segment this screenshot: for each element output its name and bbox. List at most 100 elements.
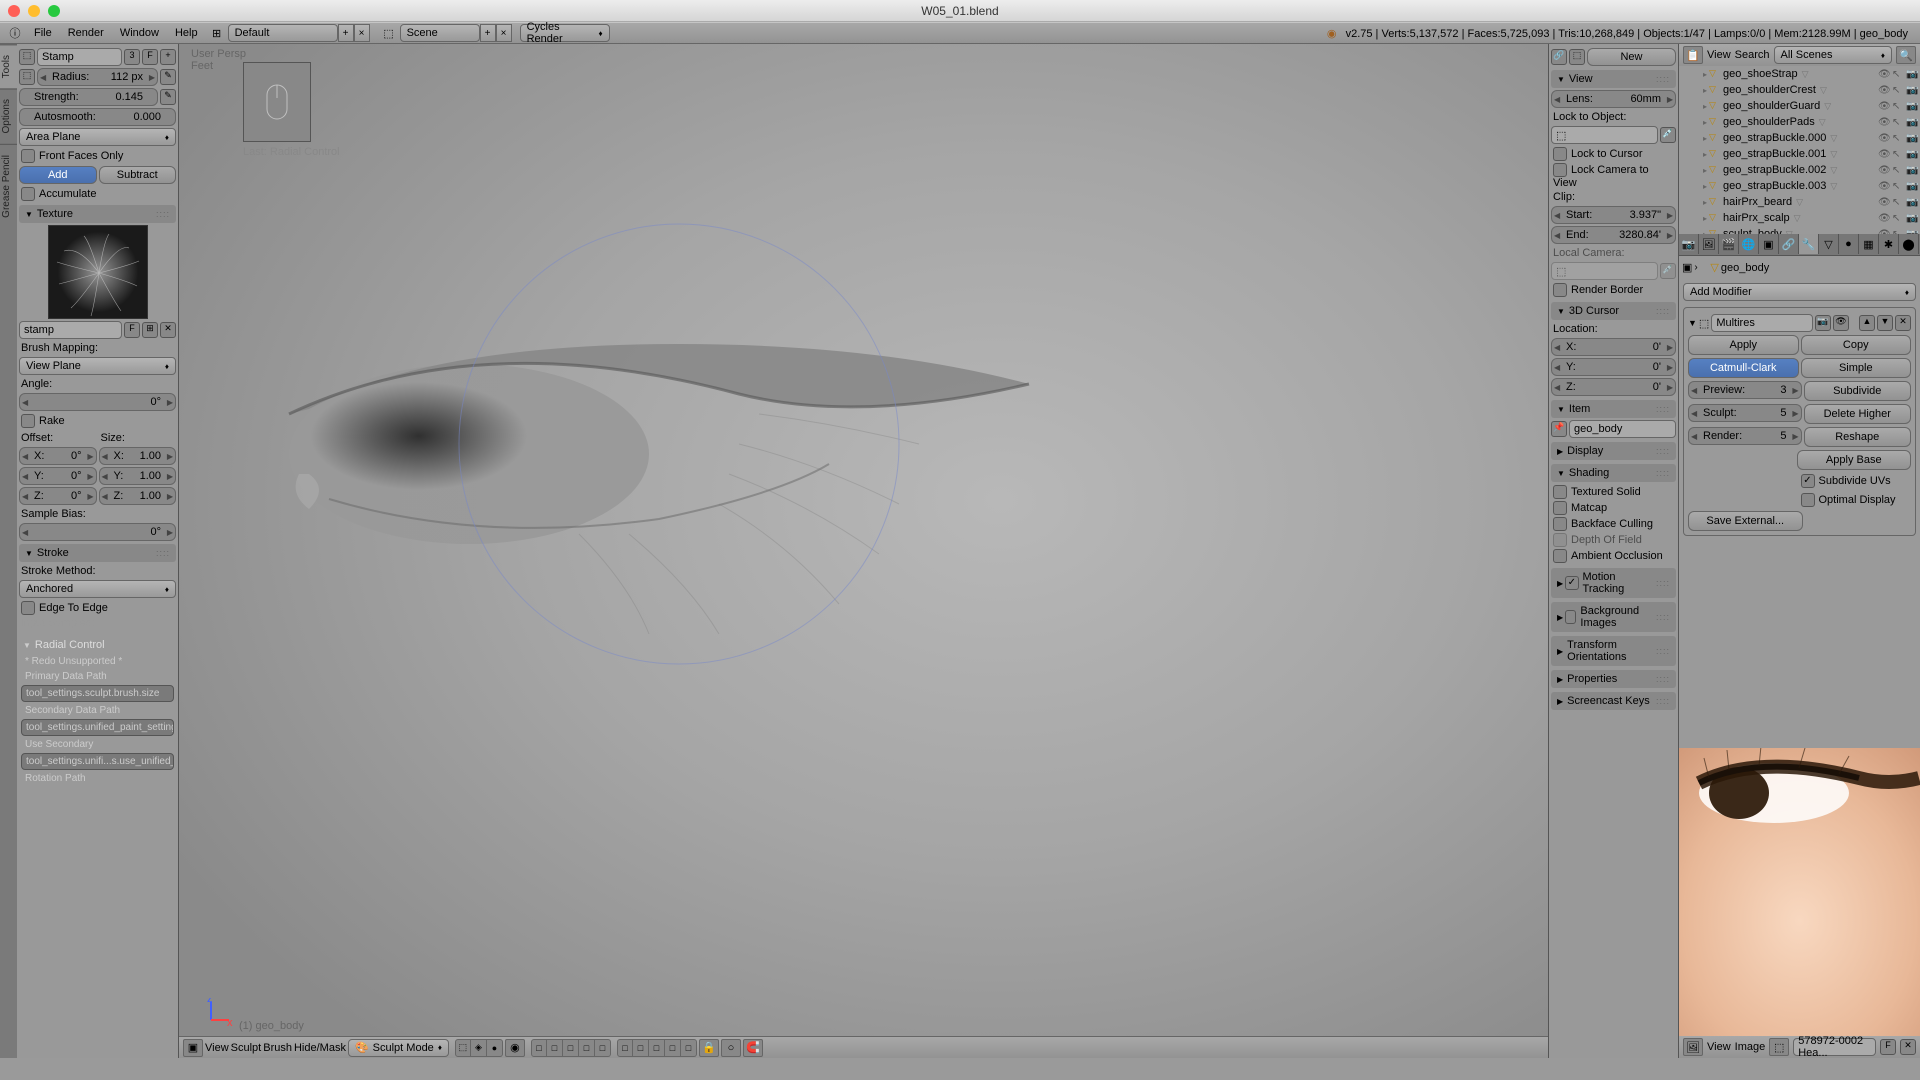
- tab-options[interactable]: Options: [0, 88, 17, 143]
- outliner-row[interactable]: ▸▽geo_strapBuckle.002▽👁↖📷: [1679, 162, 1920, 178]
- texture-name-field[interactable]: stamp: [19, 321, 122, 339]
- render-icon[interactable]: 📷: [1906, 133, 1918, 144]
- add-button[interactable]: Add: [19, 166, 97, 184]
- shade-solid-icon[interactable]: ●: [487, 1039, 503, 1057]
- outliner-row[interactable]: ▸▽geo_shoulderCrest▽👁↖📷: [1679, 82, 1920, 98]
- screencast-header[interactable]: Screencast Keys::::: [1551, 692, 1676, 710]
- pressure-radius-icon[interactable]: ✎: [160, 69, 176, 85]
- texture-preview[interactable]: [48, 225, 148, 319]
- proportional-icon[interactable]: ○: [721, 1039, 741, 1057]
- subdivide-uvs-checkbox[interactable]: [1801, 474, 1815, 488]
- cursor-icon[interactable]: ↖: [1892, 197, 1904, 208]
- ao-checkbox[interactable]: [1553, 549, 1567, 563]
- sample-bias-field[interactable]: ◀0°▶: [19, 523, 176, 541]
- outliner-row[interactable]: ▸▽sculpt_body▽👁↖📷: [1679, 226, 1920, 234]
- snap-icon[interactable]: 🧲: [743, 1039, 763, 1057]
- ptab-material-icon[interactable]: ●: [1839, 234, 1859, 254]
- ptab-data-icon[interactable]: ▽: [1819, 234, 1839, 254]
- use-secondary-field[interactable]: tool_settings.unifi...s.use_unified_size: [21, 753, 174, 770]
- offset-y[interactable]: ◀Y:0°▶: [19, 467, 97, 485]
- add-modifier-dropdown[interactable]: Add Modifier♦: [1683, 283, 1916, 301]
- zoom-dot[interactable]: [48, 5, 60, 17]
- texture-panel-header[interactable]: Texture::::: [19, 205, 176, 223]
- copy-button[interactable]: Copy: [1801, 335, 1912, 355]
- minimize-dot[interactable]: [28, 5, 40, 17]
- cursor-icon[interactable]: ↖: [1892, 181, 1904, 192]
- radius-unified-icon[interactable]: ⬚: [19, 69, 35, 85]
- ptab-physics-icon[interactable]: ⬤: [1899, 234, 1919, 254]
- brush-mapping-dropdown[interactable]: View Plane♦: [19, 357, 176, 375]
- render-icon[interactable]: 📷: [1906, 117, 1918, 128]
- sculpt-plane-dropdown[interactable]: Area Plane♦: [19, 128, 176, 146]
- render-icon[interactable]: 📷: [1906, 101, 1918, 112]
- clip-end-field[interactable]: ◀End:3280.84'▶: [1551, 226, 1676, 244]
- stroke-method-dropdown[interactable]: Anchored♦: [19, 580, 176, 598]
- image-fake-user[interactable]: F: [1880, 1039, 1896, 1055]
- pivot-icon[interactable]: ◉: [505, 1039, 525, 1057]
- cursor-panel-header[interactable]: 3D Cursor::::: [1551, 302, 1676, 320]
- item-pin-icon[interactable]: 📌: [1551, 421, 1567, 437]
- reference-image[interactable]: [1679, 748, 1920, 1036]
- reshape-button[interactable]: Reshape: [1804, 427, 1912, 447]
- scene-delete-button[interactable]: ×: [496, 24, 512, 42]
- cursor-icon[interactable]: ↖: [1892, 149, 1904, 160]
- editor-type-3d-icon[interactable]: ▣: [183, 1039, 203, 1057]
- ptab-render-icon[interactable]: 📷: [1679, 234, 1699, 254]
- menu-file[interactable]: File: [26, 25, 60, 41]
- brush-browse-icon[interactable]: ⬚: [19, 49, 35, 65]
- image-browse-icon[interactable]: ⬚: [1769, 1038, 1789, 1056]
- ptab-particles-icon[interactable]: ✱: [1879, 234, 1899, 254]
- outliner-row[interactable]: ▸▽geo_shoulderPads▽👁↖📷: [1679, 114, 1920, 130]
- modifier-up-icon[interactable]: ▲: [1859, 315, 1875, 331]
- screen-delete-button[interactable]: ×: [354, 24, 370, 42]
- texture-unlink-icon[interactable]: ✕: [160, 322, 176, 338]
- radial-control-header[interactable]: Radial Control: [19, 636, 176, 654]
- outliner-row[interactable]: ▸▽hairPrx_scalp▽👁↖📷: [1679, 210, 1920, 226]
- cursor-icon[interactable]: ↖: [1892, 101, 1904, 112]
- render-icon[interactable]: 📷: [1906, 197, 1918, 208]
- ptab-layers-icon[interactable]: 🖼: [1699, 234, 1719, 254]
- eye-icon[interactable]: 👁: [1878, 213, 1890, 224]
- optimal-display-checkbox[interactable]: [1801, 493, 1815, 507]
- size-x[interactable]: ◀X:1.00▶: [99, 447, 177, 465]
- menu-window[interactable]: Window: [112, 25, 167, 41]
- render-engine-dropdown[interactable]: Cycles Render ♦: [520, 24, 610, 42]
- autosmooth-field[interactable]: Autosmooth: 0.000: [19, 108, 176, 126]
- motion-tracking-checkbox[interactable]: [1565, 576, 1578, 590]
- modifier-name-field[interactable]: Multires: [1711, 314, 1813, 332]
- tab-tools[interactable]: Tools: [0, 44, 17, 88]
- eye-icon[interactable]: 👁: [1878, 117, 1890, 128]
- shade-bbox-icon[interactable]: ⬚: [455, 1039, 471, 1057]
- offset-z[interactable]: ◀Z:0°▶: [19, 487, 97, 505]
- screen-layout-dropdown[interactable]: Default: [228, 24, 338, 42]
- ptab-scene-icon[interactable]: 🎬: [1719, 234, 1739, 254]
- apply-button[interactable]: Apply: [1688, 335, 1799, 355]
- image-name-field[interactable]: 578972-0002 Hea...: [1793, 1038, 1876, 1056]
- brush-fake-user[interactable]: F: [142, 49, 158, 65]
- outliner-row[interactable]: ▸▽geo_shoulderGuard▽👁↖📷: [1679, 98, 1920, 114]
- outliner-row[interactable]: ▸▽geo_shoeStrap▽👁↖📷: [1679, 66, 1920, 82]
- item-panel-header[interactable]: Item::::: [1551, 400, 1676, 418]
- image-view-menu[interactable]: View: [1707, 1041, 1731, 1053]
- render-icon[interactable]: 📷: [1906, 69, 1918, 80]
- texture-new-icon[interactable]: ⊞: [142, 322, 158, 338]
- dof-checkbox[interactable]: [1553, 533, 1567, 547]
- header-hide-mask[interactable]: Hide/Mask: [294, 1042, 346, 1054]
- outliner-filter-dropdown[interactable]: All Scenes♦: [1774, 46, 1892, 64]
- size-z[interactable]: ◀Z:1.00▶: [99, 487, 177, 505]
- outliner-row[interactable]: ▸▽geo_strapBuckle.001▽👁↖📷: [1679, 146, 1920, 162]
- scene-dropdown[interactable]: Scene: [400, 24, 480, 42]
- subtract-button[interactable]: Subtract: [99, 166, 177, 184]
- brush-preview-popup[interactable]: [243, 62, 311, 142]
- bg-images-checkbox[interactable]: [1565, 610, 1576, 624]
- outliner-search[interactable]: Search: [1735, 49, 1770, 61]
- pressure-strength-icon[interactable]: ✎: [160, 89, 176, 105]
- stroke-panel-header[interactable]: Stroke::::: [19, 544, 176, 562]
- view-panel-header[interactable]: View::::: [1551, 70, 1676, 88]
- close-dot[interactable]: [8, 5, 20, 17]
- new-gp-button[interactable]: New: [1587, 48, 1676, 66]
- gp-browse-icon[interactable]: ⬚: [1569, 49, 1585, 65]
- eye-icon[interactable]: 👁: [1878, 181, 1890, 192]
- eyedropper-icon[interactable]: 💉: [1660, 127, 1676, 143]
- simple-button[interactable]: Simple: [1801, 358, 1912, 378]
